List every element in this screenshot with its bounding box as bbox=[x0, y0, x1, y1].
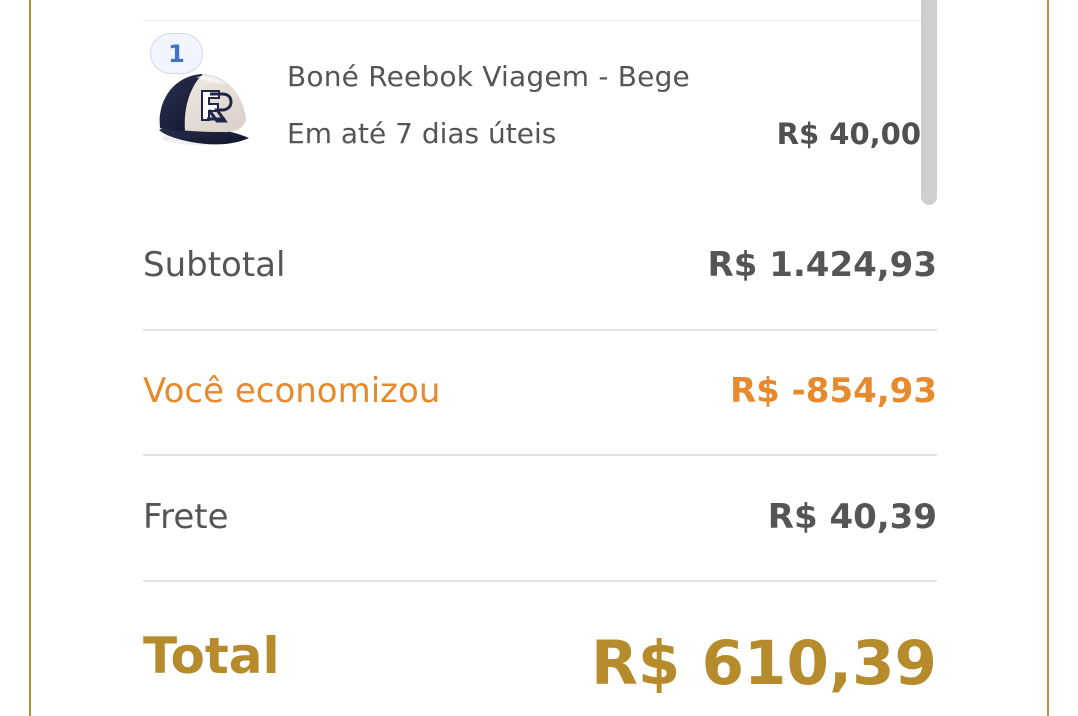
quantity-badge: 1 bbox=[150, 33, 203, 74]
shipping-divider bbox=[143, 580, 937, 582]
savings-divider bbox=[143, 454, 937, 456]
shipping-label: Frete bbox=[143, 497, 229, 537]
subtotal-label: Subtotal bbox=[143, 245, 286, 285]
savings-value: R$ -854,93 bbox=[730, 371, 937, 411]
delivery-estimate: Em até 7 dias úteis bbox=[287, 117, 557, 150]
checkout-order-summary-page: 1 Boné Reebok Viagem - Bege Em até 7 dia… bbox=[0, 0, 1078, 716]
item-top-divider bbox=[143, 20, 921, 21]
shipping-value: R$ 40,39 bbox=[767, 497, 937, 537]
cart-items-scrollbar[interactable] bbox=[921, 0, 937, 205]
subtotal-divider bbox=[143, 329, 937, 331]
subtotal-value: R$ 1.424,93 bbox=[707, 245, 937, 285]
total-label: Total bbox=[143, 627, 280, 685]
total-value: R$ 610,39 bbox=[590, 628, 937, 699]
product-name: Boné Reebok Viagem - Bege bbox=[287, 60, 690, 93]
product-price: R$ 40,00 bbox=[776, 117, 921, 151]
savings-label: Você economizou bbox=[143, 371, 441, 411]
